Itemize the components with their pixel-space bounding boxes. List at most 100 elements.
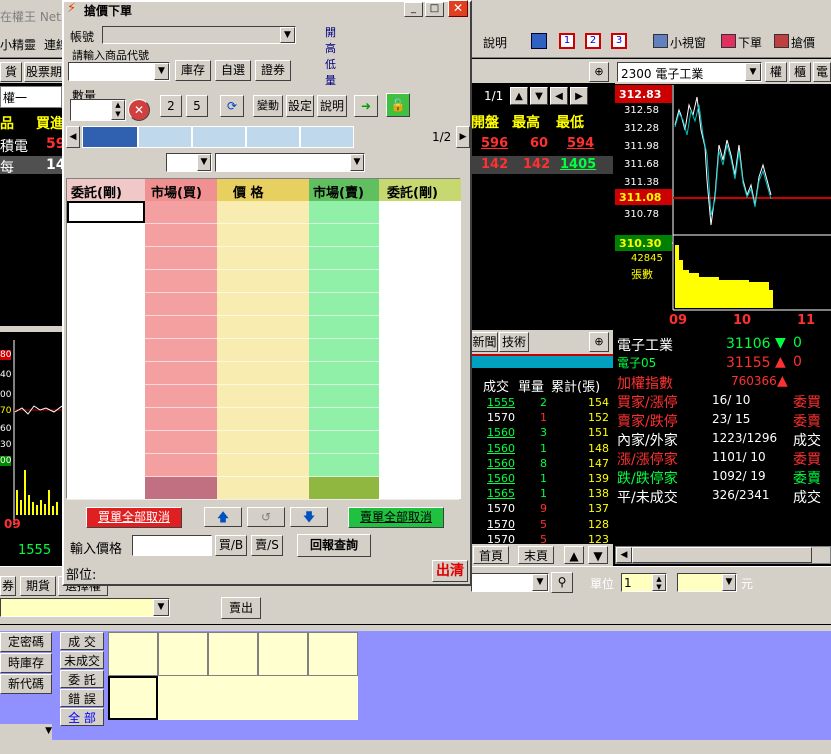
bottom-left-inventory[interactable]: 時庫存 — [0, 653, 52, 673]
tab-news[interactable]: 新聞 — [471, 332, 498, 352]
tab-futures-left[interactable]: 貨 — [0, 62, 22, 82]
bottom-left-scroll[interactable]: ▼ — [0, 724, 52, 740]
bottom-tab-unfilled[interactable]: 未成交 — [60, 651, 104, 669]
quote-zoom-button[interactable]: ⊕ — [589, 62, 609, 82]
left-row-name-1[interactable]: 每 — [0, 157, 14, 177]
refresh-icon[interactable]: ⟳ — [220, 95, 244, 117]
undo-icon[interactable]: ↺ — [247, 507, 285, 527]
close-icon[interactable]: ✕ — [448, 0, 468, 17]
order-product-select[interactable]: ▼ — [0, 598, 170, 617]
unit-stepper[interactable]: ▲ ▼ — [652, 574, 666, 591]
bottom-grid-cell-3[interactable] — [258, 632, 308, 676]
arrow-down-icon[interactable]: 🡇 — [290, 507, 328, 527]
tab-technical[interactable]: 技術 — [499, 332, 529, 352]
search-icon[interactable]: ⚲ — [551, 572, 573, 593]
chevron-down-icon[interactable]: ▼ — [722, 574, 736, 591]
bottom-grid-cell-4[interactable] — [308, 632, 358, 676]
ticks-up-button[interactable]: ▲ — [564, 546, 584, 564]
custom-list-button[interactable]: 自選 — [215, 60, 251, 81]
chevron-down-icon[interactable]: ▼ — [153, 599, 169, 616]
order-price-select[interactable]: ▼ — [471, 573, 549, 592]
buy-button[interactable]: 買/B — [215, 535, 247, 556]
help-button[interactable]: 說明 — [317, 95, 347, 117]
window3-icon[interactable]: 3 — [611, 33, 627, 49]
page-tab-3[interactable] — [246, 126, 300, 148]
page-tab-2[interactable] — [192, 126, 246, 148]
quote-up-button[interactable]: ▲ — [510, 87, 528, 105]
window2-icon[interactable]: 2 — [585, 33, 601, 49]
quote-right-button[interactable]: ▶ — [570, 87, 588, 105]
ticks-last-page[interactable]: 末頁 — [518, 546, 554, 564]
toolbar-item-wizard[interactable]: 小精靈 — [0, 36, 36, 53]
tab-scroll-left[interactable]: ◀ — [66, 126, 80, 148]
order-tab-futures[interactable]: 期貨 — [20, 576, 56, 596]
chevron-down-icon[interactable]: ▼ — [154, 63, 169, 80]
ticks-first-page[interactable]: 首頁 — [473, 546, 509, 564]
bottom-grid-cell-0[interactable] — [108, 632, 158, 676]
maximize-icon[interactable]: □ — [425, 2, 444, 17]
filter-select-2[interactable]: ▼ — [215, 153, 365, 172]
unit-input[interactable]: 1 ▲ ▼ — [621, 573, 667, 592]
tab-stock-futures[interactable]: 股票期 — [24, 62, 64, 82]
lock-icon[interactable]: 🔓 — [386, 93, 410, 117]
selected-cell[interactable] — [67, 201, 145, 223]
tab-scroll-right[interactable]: ▶ — [456, 126, 470, 148]
index-scrollbar[interactable]: ◀ — [615, 546, 831, 564]
arrow-up-icon[interactable]: 🡅 — [204, 507, 242, 527]
clear-position-button[interactable]: 出清 — [432, 560, 468, 582]
chevron-down-icon[interactable]: ▼ — [280, 27, 295, 43]
change-button[interactable]: 變動 — [253, 95, 283, 117]
ticks-down-button[interactable]: ▼ — [588, 546, 608, 564]
minimize-icon[interactable]: _ — [404, 2, 423, 17]
bottom-tab-errors[interactable]: 錯 誤 — [60, 689, 104, 707]
account-select[interactable]: ▼ — [102, 26, 296, 44]
left-row-name-0[interactable]: 積電 — [0, 136, 28, 156]
sell-button[interactable]: 賣/S — [251, 535, 283, 556]
bottom-grid-cell-1[interactable] — [158, 632, 208, 676]
qty-input[interactable]: ▲ ▼ — [70, 99, 126, 121]
window1-icon[interactable]: 1 — [559, 33, 575, 49]
intraday-symbol-select[interactable]: 2300 電子工業 ▼ — [617, 62, 762, 82]
qty-btn-2[interactable]: 2 — [160, 95, 182, 117]
page-tab-4[interactable] — [300, 126, 354, 148]
report-query-button[interactable]: 回報查詢 — [297, 534, 371, 557]
page-tab-1[interactable] — [138, 126, 192, 148]
chevron-down-icon[interactable]: ▼ — [197, 154, 211, 171]
cancel-all-sell-button[interactable]: 賣單全部取消 — [348, 507, 444, 528]
toolbar-order[interactable]: 下單 — [738, 34, 762, 51]
scroll-left-icon[interactable]: ◀ — [616, 547, 632, 563]
toolbar-mini-window[interactable]: 小視窗 — [670, 34, 706, 51]
layout-icon[interactable] — [531, 33, 547, 49]
toolbar-grab-price[interactable]: 搶價 — [791, 34, 815, 51]
quote-down-button[interactable]: ▼ — [530, 87, 548, 105]
qty-clear-button[interactable]: ✕ — [128, 99, 150, 121]
order-tab-stock[interactable]: 券 — [0, 576, 16, 596]
page-tab-0[interactable] — [82, 126, 138, 148]
bottom-grid-cell-2[interactable] — [208, 632, 258, 676]
pin-icon[interactable]: ➜ — [354, 95, 378, 117]
price-type-select[interactable]: ▼ — [677, 573, 737, 592]
qty-btn-5[interactable]: 5 — [186, 95, 208, 117]
cancel-all-buy-button[interactable]: 買單全部取消 — [86, 507, 182, 528]
settings-button[interactable]: 設定 — [286, 95, 314, 117]
chevron-down-icon[interactable]: ▼ — [745, 63, 761, 81]
securities-button[interactable]: 證券 — [255, 60, 291, 81]
chevron-down-icon[interactable]: ▼ — [532, 574, 548, 591]
order-sell-button[interactable]: 賣出 — [221, 597, 261, 619]
chevron-down-icon[interactable]: ▼ — [350, 154, 364, 171]
inventory-button[interactable]: 庫存 — [175, 60, 211, 81]
bottom-tab-orders[interactable]: 委 託 — [60, 670, 104, 688]
intraday-btn-elec[interactable]: 電 — [813, 62, 831, 82]
ticks-zoom-button[interactable]: ⊕ — [589, 332, 609, 352]
bottom-tab-filled[interactable]: 成 交 — [60, 632, 104, 650]
dialog-titlebar[interactable]: ⚡ 搶價下單 _ □ ✕ — [64, 0, 470, 18]
intraday-btn-otc[interactable]: 櫃 — [789, 62, 811, 82]
qty-stepper[interactable]: ▲ ▼ — [111, 100, 125, 120]
bottom-tab-all[interactable]: 全 部 — [60, 708, 104, 726]
bottom-left-set-password[interactable]: 定密碼 — [0, 632, 52, 652]
bottom-grid-cell-5[interactable] — [108, 676, 158, 720]
price-input[interactable] — [132, 535, 212, 556]
scroll-thumb[interactable] — [632, 547, 812, 563]
grab-price-icon[interactable] — [774, 34, 789, 48]
mini-window-icon[interactable] — [653, 34, 668, 48]
